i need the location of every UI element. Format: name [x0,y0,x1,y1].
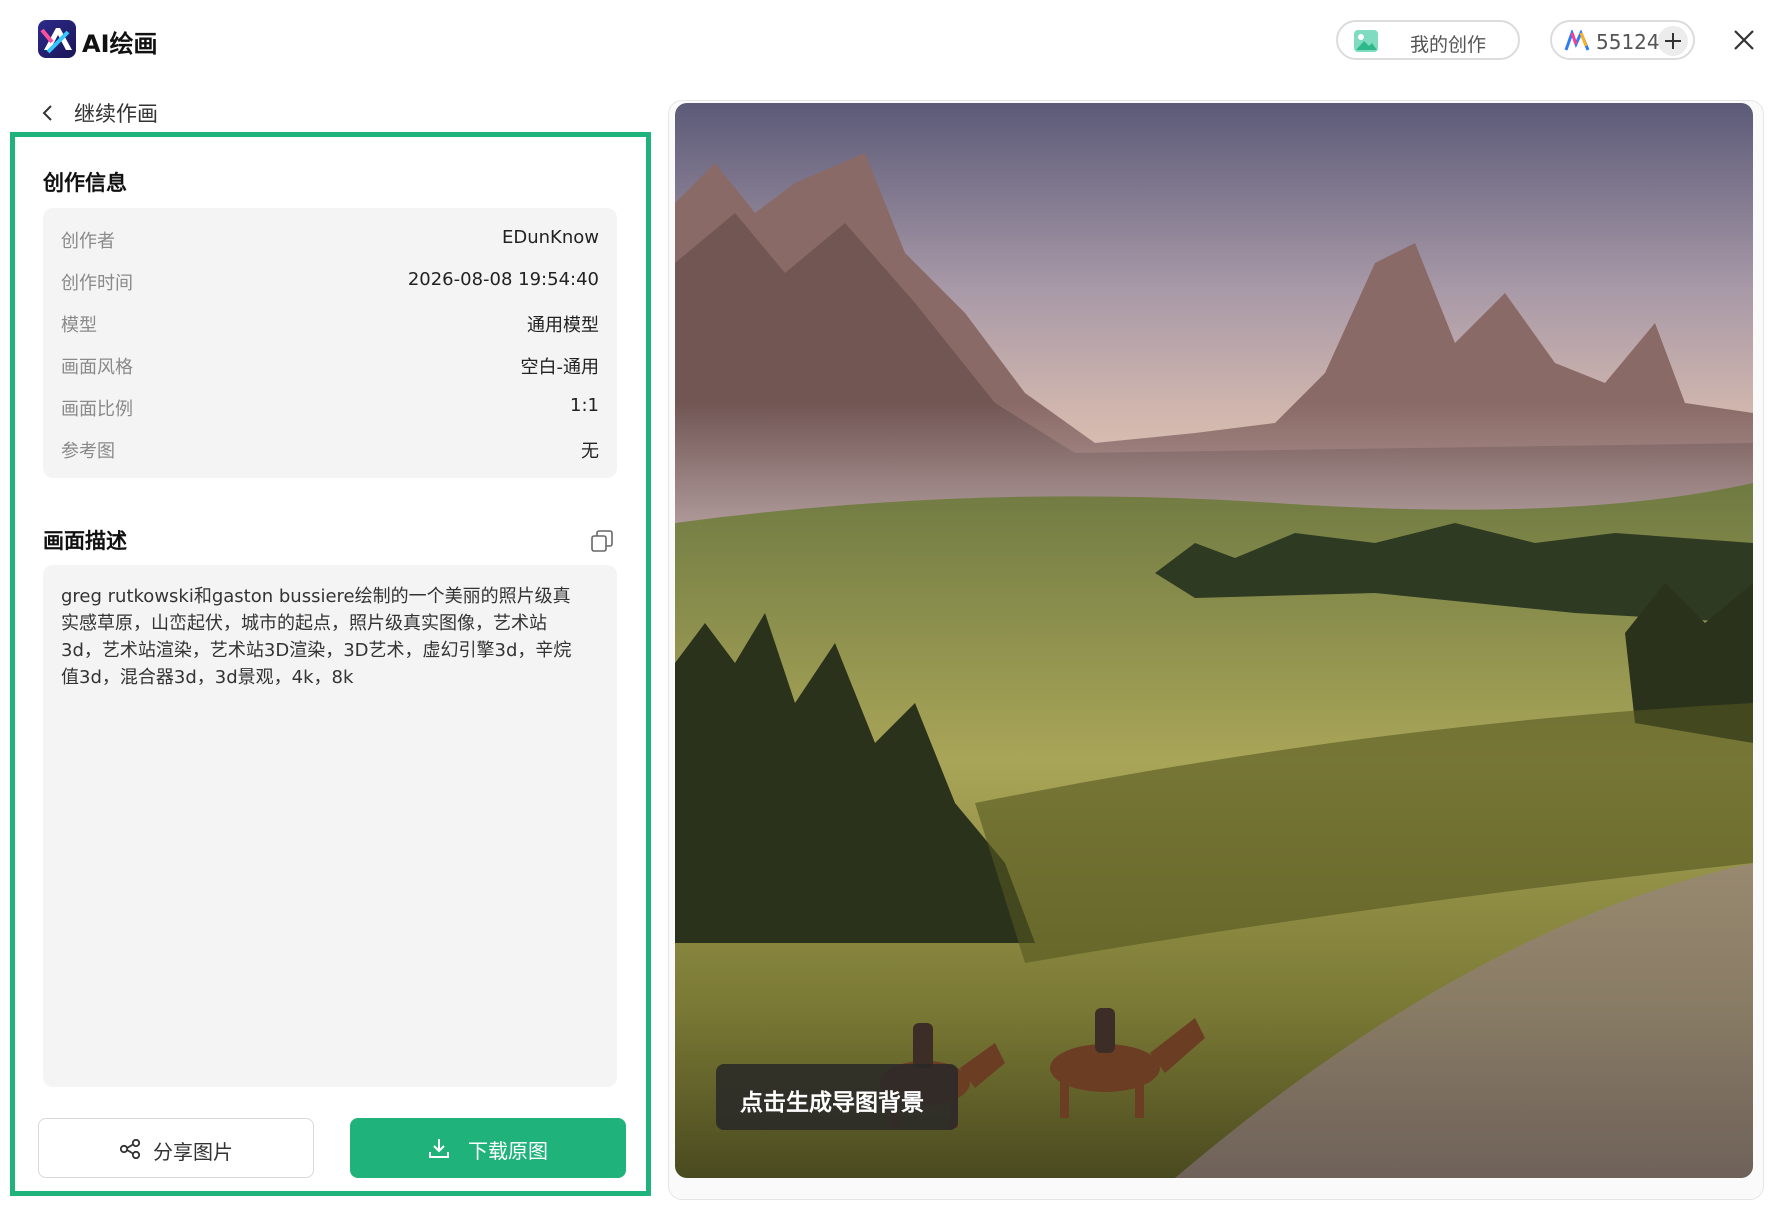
app-title: AI绘画 [82,30,158,58]
header: AI绘画 我的创作 55124 [0,0,1781,80]
credits-badge[interactable]: 55124 [1550,20,1695,60]
close-icon[interactable] [1732,28,1756,52]
download-original-button[interactable]: 下载原图 [350,1118,626,1178]
description-title: 画面描述 [43,529,127,553]
generated-image [675,103,1753,1178]
info-key: 画面比例 [61,399,133,420]
chevron-left-icon [42,105,52,121]
info-row: 参考图 无 [61,437,599,465]
credits-count: 55124 [1596,30,1660,54]
info-row: 模型 通用模型 [61,311,599,339]
credits-icon [1564,30,1590,51]
continue-drawing-link[interactable]: 继续作画 [40,98,158,128]
my-works-button[interactable]: 我的创作 [1336,20,1520,60]
info-key: 创作时间 [61,273,133,294]
description-box: greg rutkowski和gaston bussiere绘制的一个美丽的照片… [43,565,617,1087]
creation-details-panel: 创作信息 创作者 EDunKnow 创作时间 2026-08-08 19:54:… [10,132,651,1196]
info-row: 画面比例 1:1 [61,395,599,423]
info-value: EDunKnow [502,227,599,248]
info-row: 画面风格 空白-通用 [61,353,599,381]
info-value: 通用模型 [527,315,599,336]
info-value: 2026-08-08 19:54:40 [407,269,599,290]
info-key: 参考图 [61,441,115,462]
continue-drawing-label: 继续作画 [74,102,158,126]
copy-icon[interactable] [591,530,613,552]
add-credits-icon[interactable] [1658,26,1688,56]
info-key: 模型 [61,315,97,336]
info-row: 创作时间 2026-08-08 19:54:40 [61,269,599,297]
download-icon [429,1139,449,1158]
creation-info-box: 创作者 EDunKnow 创作时间 2026-08-08 19:54:40 模型… [43,208,617,478]
download-original-label: 下载原图 [468,1139,548,1163]
creation-info-title: 创作信息 [43,171,127,195]
info-key: 画面风格 [61,357,133,378]
share-image-label: 分享图片 [153,1140,233,1164]
picture-icon [1354,30,1378,52]
info-value: 空白-通用 [520,357,600,378]
description-line: 实感草原，山峦起伏，城市的起点，照片级真实图像，艺术站 [61,613,547,634]
generate-background-label: 点击生成导图背景 [740,1090,924,1116]
info-value: 无 [581,441,599,462]
description-line: 值3d，混合器3d，3d景观，4k，8k [61,667,354,688]
info-key: 创作者 [61,231,115,252]
share-icon [119,1139,141,1159]
description-text: greg rutkowski和gaston bussiere绘制的一个美丽的照片… [61,583,599,691]
app-logo-icon [38,20,76,58]
landscape-illustration [675,103,1753,1178]
share-image-button[interactable]: 分享图片 [38,1118,314,1178]
my-works-label: 我的创作 [1410,34,1487,56]
generate-background-button[interactable]: 点击生成导图背景 [716,1064,958,1130]
description-line: greg rutkowski和gaston bussiere绘制的一个美丽的照片… [61,586,571,607]
info-row: 创作者 EDunKnow [61,227,599,255]
info-value: 1:1 [570,395,599,416]
description-line: 3d，艺术站渲染，艺术站3D渲染，3D艺术，虚幻引擎3d，辛烷 [61,640,572,661]
